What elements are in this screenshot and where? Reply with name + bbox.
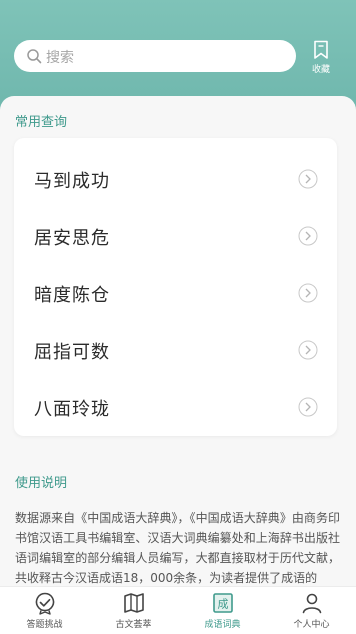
idiom-item[interactable]: 马到成功 [14, 150, 337, 207]
tab-label: 古文荟萃 [115, 620, 152, 630]
map-icon [123, 593, 144, 613]
tab-classics[interactable]: 古文荟萃 [89, 587, 178, 634]
tab-profile[interactable]: 个人中心 [267, 587, 356, 634]
usage-section-title: 使用说明 [15, 476, 68, 491]
tab-label: 个人中心 [293, 620, 330, 630]
chevron-right-icon [298, 340, 318, 360]
idiom-item[interactable]: 暗度陈仓 [14, 264, 337, 321]
idiom-item[interactable]: 屈指可数 [14, 321, 337, 378]
chevron-right-icon [298, 226, 318, 246]
idiom-text: 暗度陈仓 [34, 285, 110, 306]
idiom-item[interactable]: 八面玲珑 [14, 378, 337, 435]
idiom-item[interactable]: 居安思危 [14, 207, 337, 264]
chevron-right-icon [298, 283, 318, 303]
collect-label: 收藏 [311, 65, 330, 75]
search-input[interactable]: 搜索 [14, 40, 296, 72]
check-badge-icon [35, 592, 54, 615]
idiom-text: 屈指可数 [34, 342, 110, 363]
collect-button[interactable]: 收藏 [306, 40, 336, 82]
search-placeholder: 搜索 [46, 50, 74, 66]
chevron-right-icon [298, 169, 318, 189]
idiom-text: 马到成功 [34, 171, 110, 192]
common-section-title: 常用查询 [15, 115, 68, 130]
bookmark-icon [314, 40, 328, 59]
dictionary-icon-char: 成 [217, 598, 228, 611]
search-icon [27, 49, 42, 64]
bottom-tab-bar: 答题挑战 古文荟萃 成 成语词典 个人中心 [0, 586, 356, 634]
common-list-card: 马到成功 居安思危 暗度陈仓 屈指可数 八面玲珑 [14, 138, 337, 436]
chevron-right-icon [298, 397, 318, 417]
dictionary-icon: 成 [212, 593, 233, 613]
user-icon [302, 593, 321, 614]
idiom-text: 居安思危 [34, 228, 110, 249]
idiom-text: 八面玲珑 [34, 399, 110, 420]
tab-label: 成语词典 [204, 620, 241, 630]
tab-challenge[interactable]: 答题挑战 [0, 587, 89, 634]
tab-dictionary[interactable]: 成 成语词典 [178, 587, 267, 634]
usage-description: 数据源来自《中国成语大辞典》，《中国成语大辞典》由商务印书馆汉语工具书编辑室、汉… [15, 511, 340, 585]
main-content: 常用查询 马到成功 居安思危 暗度陈仓 屈指可数 八面玲珑 使用说明 数据源来自… [0, 96, 356, 586]
tab-label: 答题挑战 [26, 620, 63, 630]
